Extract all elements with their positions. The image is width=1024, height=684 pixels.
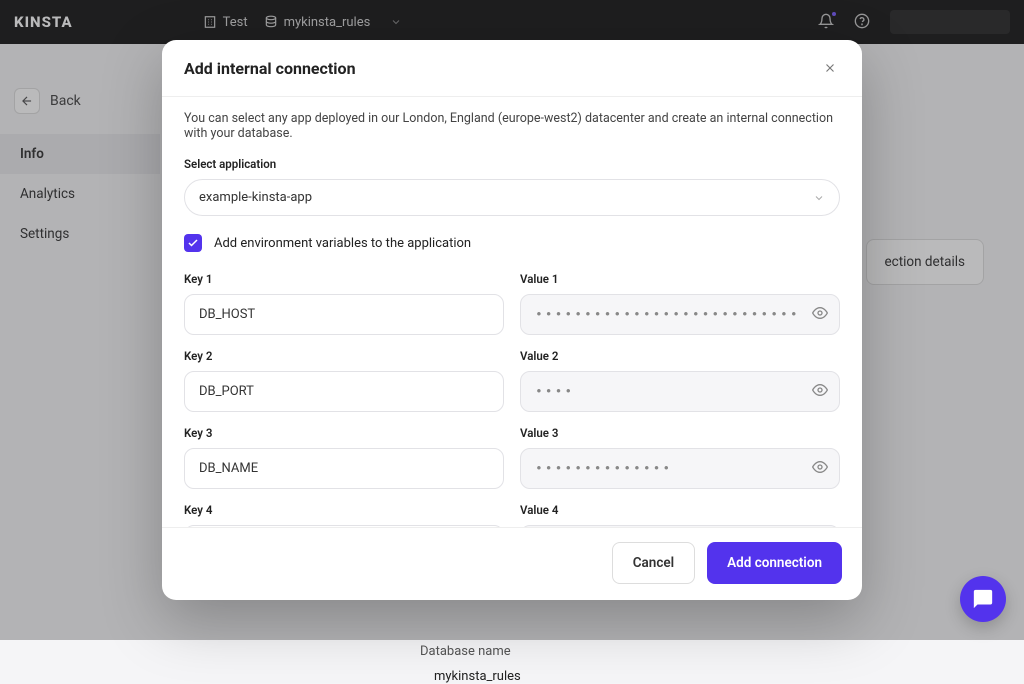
db-name-value: mykinsta_rules (434, 669, 1024, 684)
modal-overlay: Add internal connection You can select a… (0, 0, 1024, 640)
key-2-label: Key 2 (184, 349, 504, 363)
key-4-label: Key 4 (184, 503, 504, 517)
add-connection-button[interactable]: Add connection (707, 542, 842, 584)
select-application[interactable]: example-kinsta-app (184, 179, 840, 216)
key-2-input[interactable] (184, 371, 504, 412)
select-application-value: example-kinsta-app (199, 190, 312, 205)
key-1-label: Key 1 (184, 272, 504, 286)
chat-icon (972, 588, 994, 610)
eye-icon[interactable] (812, 459, 828, 479)
value-1-input[interactable] (520, 294, 840, 335)
add-env-vars-checkbox[interactable]: Add environment variables to the applica… (184, 234, 840, 252)
value-4-input[interactable] (520, 525, 840, 527)
select-application-label: Select application (184, 157, 840, 171)
key-1-input[interactable] (184, 294, 504, 335)
eye-icon[interactable] (812, 382, 828, 402)
add-internal-connection-modal: Add internal connection You can select a… (162, 40, 862, 600)
cancel-button[interactable]: Cancel (612, 542, 695, 584)
value-1-label: Value 1 (520, 272, 840, 286)
value-3-input[interactable] (520, 448, 840, 489)
value-4-label: Value 4 (520, 503, 840, 517)
value-2-input[interactable] (520, 371, 840, 412)
add-env-vars-label: Add environment variables to the applica… (214, 236, 471, 251)
db-name-label: Database name (420, 644, 1024, 659)
key-3-label: Key 3 (184, 426, 504, 440)
close-icon[interactable] (820, 58, 840, 78)
modal-title: Add internal connection (184, 59, 356, 78)
modal-intro: You can select any app deployed in our L… (184, 111, 840, 141)
eye-icon[interactable] (812, 305, 828, 325)
value-2-label: Value 2 (520, 349, 840, 363)
checkbox-checked-icon (184, 234, 202, 252)
chat-fab[interactable] (960, 576, 1006, 622)
key-3-input[interactable] (184, 448, 504, 489)
value-3-label: Value 3 (520, 426, 840, 440)
chevron-down-icon (813, 192, 825, 204)
